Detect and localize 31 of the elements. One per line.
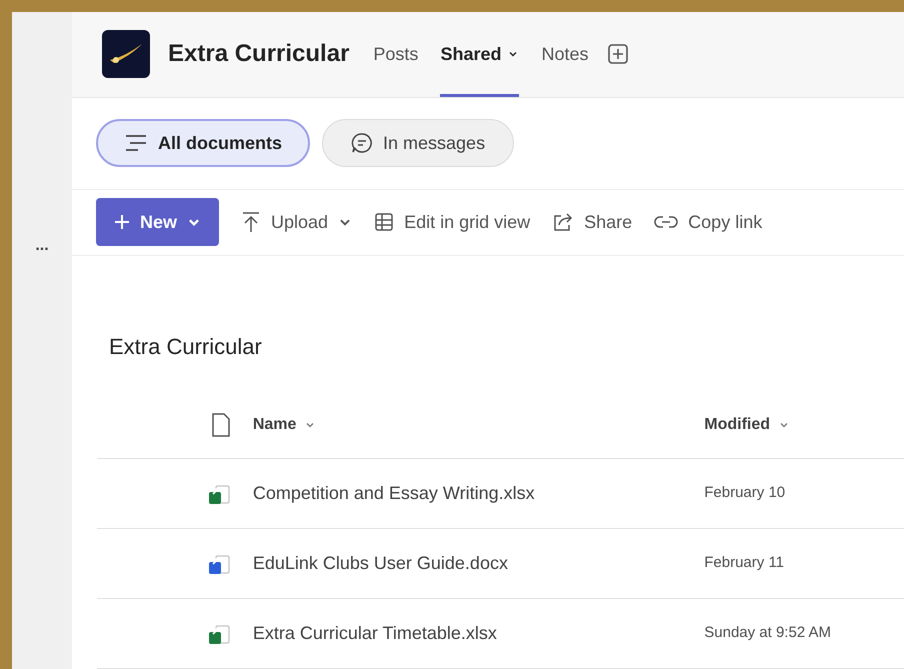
channel-logo-icon	[102, 30, 150, 78]
channel-name: Extra Curricular	[168, 39, 350, 70]
tab[interactable]: Notes	[541, 12, 588, 97]
modified-date: February 10	[704, 483, 786, 504]
plus-icon	[114, 214, 130, 230]
column-header[interactable]: Modified	[704, 412, 904, 436]
list-icon	[124, 133, 148, 154]
more-options-icon[interactable]: ...	[35, 234, 49, 258]
column-header[interactable]: Name	[252, 412, 704, 436]
share-button[interactable]: Share	[552, 198, 632, 246]
library-title: Extra Curricular	[108, 333, 263, 361]
tab[interactable]: Posts	[373, 12, 418, 97]
link-icon	[654, 215, 678, 230]
file-name-link[interactable]: EduLink Clubs User Guide.docx	[252, 550, 704, 577]
filter-pill[interactable]: In messages	[322, 119, 514, 168]
new-button[interactable]: New	[96, 198, 220, 246]
modified-date: February 11	[704, 553, 786, 574]
modified-date: Sunday at 9:52 AM	[704, 623, 832, 644]
file-name-link[interactable]: Competition and Essay Writing.xlsx	[252, 480, 704, 507]
upload-button[interactable]: Upload	[241, 198, 352, 246]
link-button[interactable]: Copy link	[654, 198, 762, 246]
add-tab-icon[interactable]	[606, 43, 628, 66]
file-name-link[interactable]: Extra Curricular Timetable.xlsx	[252, 620, 704, 647]
grid-icon	[374, 212, 394, 232]
file-type-icon	[210, 412, 231, 436]
chat-icon	[351, 132, 374, 154]
grid-button[interactable]: Edit in grid view	[374, 198, 530, 246]
upload-icon	[241, 211, 262, 234]
tab[interactable]: Shared	[440, 12, 520, 97]
share-icon	[552, 212, 574, 232]
filter-pill[interactable]: All documents	[96, 119, 310, 168]
